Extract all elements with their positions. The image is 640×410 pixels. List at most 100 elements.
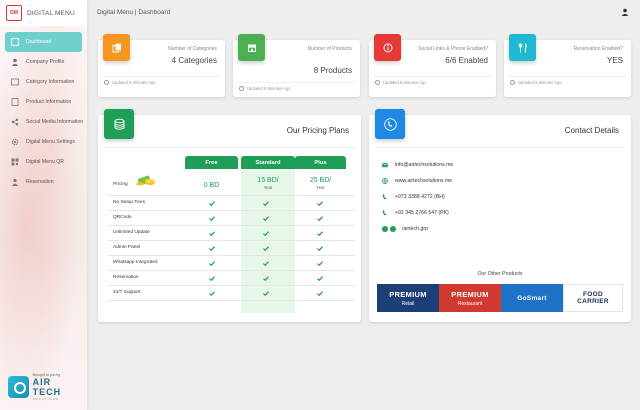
stat-updated: Updated 8 Minutes Ago xyxy=(518,80,562,85)
breadcrumb: Digital Menu | Dashboard xyxy=(97,8,171,16)
contact-social[interactable]: /airtech.grp xyxy=(382,226,428,232)
stat-card-reservation[interactable]: Reservation Enabled? YES Updated 8 Minut… xyxy=(504,34,631,97)
pricing-title: Our Pricing Plans xyxy=(286,126,349,135)
footer-sub: SOLUTIONS xyxy=(32,397,59,401)
sidebar-item-company-profile[interactable]: Company Profile xyxy=(5,52,87,72)
sidebar-item-label: Dashboard xyxy=(26,39,52,45)
sidebar-item-product-information[interactable]: Product Information xyxy=(5,92,87,112)
stat-label: Reservation Enabled? xyxy=(573,46,623,52)
qr-icon xyxy=(11,158,19,166)
sidebar-item-dashboard[interactable]: Dashboard xyxy=(5,32,82,52)
brand-name: DIGITAL MENU xyxy=(27,9,75,17)
instagram-icon xyxy=(382,226,388,232)
stat-label: Social Links & Phone Enabled? xyxy=(418,46,488,52)
facebook-icon xyxy=(390,226,396,232)
feature-label: 24/7 Support xyxy=(113,290,141,295)
price-period: Year xyxy=(316,185,325,190)
stat-value: YES xyxy=(606,56,623,65)
contact-email[interactable]: info@airtechsolutions.me xyxy=(382,162,453,168)
stat-updated: Updated 8 Minutes Ago xyxy=(112,80,156,85)
reservation-icon xyxy=(11,178,19,186)
pricing-row-label: Pricing xyxy=(113,182,128,187)
phone-icon xyxy=(375,109,405,139)
coins-icon xyxy=(136,175,155,186)
product-icon xyxy=(11,98,19,106)
sidebar-item-label: Category Information xyxy=(26,79,75,85)
cutlery-icon xyxy=(509,34,536,61)
email-icon xyxy=(382,162,388,168)
folder-icon xyxy=(11,78,19,86)
plan-price-free: 0 BD xyxy=(185,182,238,189)
other-products-title: Our Other Products xyxy=(477,271,523,277)
check-icon xyxy=(209,245,215,251)
footer-company: AIR TECH xyxy=(32,377,62,397)
feature-label: No Setup Fees xyxy=(113,200,145,205)
price-value: 15 BD/ xyxy=(257,177,279,184)
plan-price-standard: 15 BD/Year xyxy=(241,177,295,190)
topbar: Digital Menu | Dashboard xyxy=(87,0,640,24)
store-icon xyxy=(238,34,265,61)
feature-label: Reservation xyxy=(113,275,139,280)
product-name: PREMIUM xyxy=(451,289,489,299)
money-stack-icon xyxy=(104,109,134,139)
sidebar-item-label: Company Profile xyxy=(26,59,65,65)
contact-phone-pk[interactable]: +92 345 2766 547 (PK) xyxy=(382,210,449,216)
feature-label: Unlimited Update xyxy=(113,230,150,235)
feature-label: Whatsapp Integrated xyxy=(113,260,158,265)
product-premium-retail[interactable]: PREMIUM Retail xyxy=(377,284,439,312)
check-icon xyxy=(209,230,215,236)
stat-updated: Updated 8 Minutes Ago xyxy=(247,86,291,91)
stat-card-categories[interactable]: Number of Categories 4 Categories Update… xyxy=(98,34,225,97)
check-icon xyxy=(317,200,323,206)
stat-card-social-links[interactable]: Social Links & Phone Enabled? 6/6 Enable… xyxy=(369,34,496,97)
sidebar-item-label: Product Information xyxy=(26,99,72,105)
check-icon xyxy=(263,200,269,206)
contact-text: info@airtechsolutions.me xyxy=(395,162,454,168)
check-icon xyxy=(209,200,215,206)
price-period: Year xyxy=(263,185,273,190)
brand[interactable]: DM DIGITAL MENU xyxy=(0,0,87,26)
sidebar-item-digital-menu-settings[interactable]: Digital Menu Settings xyxy=(5,132,87,152)
stat-label: Number of Products xyxy=(307,46,352,52)
check-icon xyxy=(209,275,215,281)
sidebar: DM DIGITAL MENU Dashboard Company Profil… xyxy=(0,0,87,410)
stat-value: 4 Categories xyxy=(171,56,217,65)
check-icon xyxy=(263,290,269,296)
product-sub: Restaurant xyxy=(457,300,483,307)
product-food-carrier[interactable]: FOOD CARRIER xyxy=(563,284,623,312)
clock-icon xyxy=(104,80,109,85)
plan-price-plus: 25 BD/Year xyxy=(295,177,346,190)
sidebar-item-category-information[interactable]: Category Information xyxy=(5,72,87,92)
clock-icon xyxy=(375,80,380,85)
check-icon xyxy=(317,245,323,251)
sidebar-item-social-media-information[interactable]: Social Media Information xyxy=(5,112,87,132)
contact-card: Contact Details info@airtechsolutions.me… xyxy=(369,109,631,322)
contact-phone-bh[interactable]: +973 3388 4272 (BH) xyxy=(382,194,445,200)
price-value: 25 BD/ xyxy=(309,177,332,184)
copy-icon xyxy=(103,34,130,61)
globe-icon xyxy=(382,178,388,184)
contact-website[interactable]: www.airtechsolutions.me xyxy=(382,178,452,184)
check-icon xyxy=(263,215,269,221)
contact-text: /airtech.grp xyxy=(402,226,428,232)
user-account-icon[interactable] xyxy=(621,8,629,16)
sidebar-item-label: Social Media Information xyxy=(26,119,84,125)
contact-title: Contact Details xyxy=(564,126,619,135)
plan-header-plus: Plus xyxy=(295,156,346,169)
check-icon xyxy=(209,260,215,266)
sidebar-item-reservation[interactable]: Reservation xyxy=(5,172,87,192)
product-gosmart[interactable]: GoSmart xyxy=(501,284,563,312)
product-name: PREMIUM xyxy=(389,289,427,299)
check-icon xyxy=(209,215,215,221)
air-tech-logo: Brought to you by AIR TECH SOLUTIONS xyxy=(8,372,80,402)
pricing-card: Our Pricing Plans Free Standard Plus Pri… xyxy=(98,109,361,322)
product-premium-restaurant[interactable]: PREMIUM Restaurant xyxy=(439,284,501,312)
sidebar-item-digital-menu-qr[interactable]: Digital Menu QR xyxy=(5,152,87,172)
stat-card-products[interactable]: Number of Products 8 Products Updated 8 … xyxy=(233,34,360,97)
gear-icon xyxy=(11,138,19,146)
product-name: GoSmart xyxy=(517,294,547,302)
contact-text: +973 3388 4272 (BH) xyxy=(395,194,445,200)
price-value: 0 BD xyxy=(203,182,220,189)
check-icon xyxy=(263,230,269,236)
feature-label: Admin Panel xyxy=(113,245,141,250)
